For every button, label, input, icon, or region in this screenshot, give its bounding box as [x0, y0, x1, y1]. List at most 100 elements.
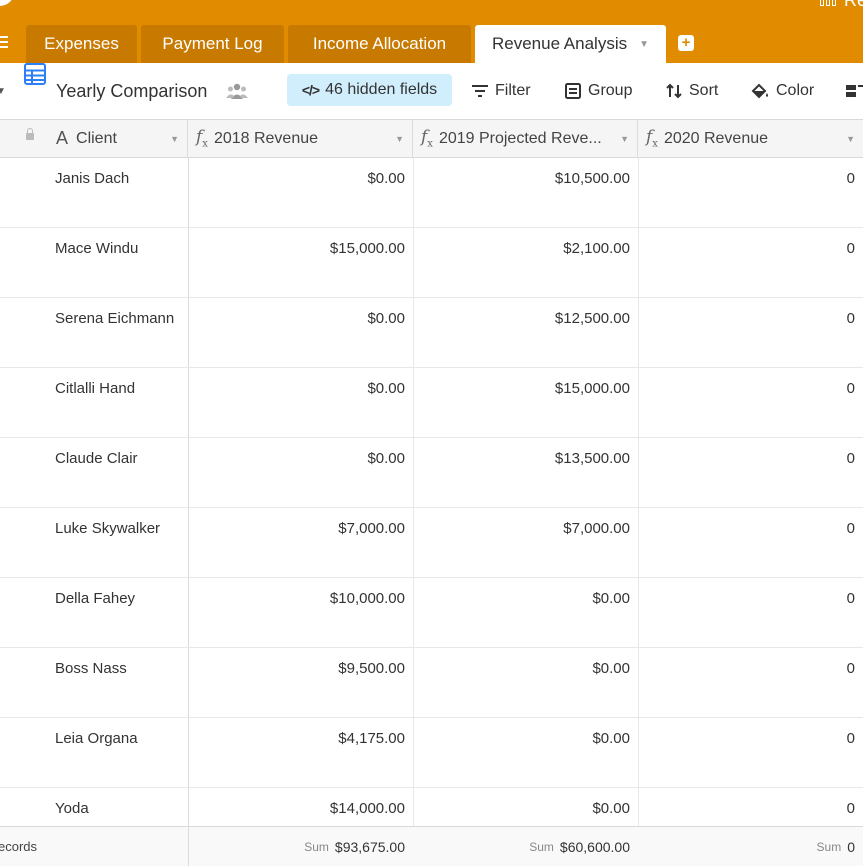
revenue-2018-cell[interactable]: $0.00 [188, 298, 413, 367]
tab-label: Revenue Analysis [491, 34, 628, 53]
sort-icon [666, 83, 682, 99]
revenue-2019-cell[interactable]: $0.00 [413, 578, 638, 647]
revenue-2019-cell[interactable]: $12,500.00 [413, 298, 638, 367]
revenue-2019-cell[interactable]: $10,500.00 [413, 158, 638, 227]
revenue-2018-cell[interactable]: $0.00 [188, 158, 413, 227]
view-name[interactable]: Yearly Comparison [56, 63, 207, 119]
revenue-2020-cell[interactable]: 0 [638, 298, 863, 367]
tab-bar: Expenses Payment Log Income Allocation R… [0, 0, 863, 63]
table-row[interactable]: Luke Skywalker $7,000.00 $7,000.00 0 [0, 508, 863, 578]
revenue-2018-cell[interactable]: $0.00 [188, 368, 413, 437]
revenue-2018-cell[interactable]: $0.00 [188, 438, 413, 507]
formula-icon: fx [196, 127, 208, 150]
revenue-2018-cell[interactable]: $15,000.00 [188, 228, 413, 297]
chevron-down-icon[interactable]: ▼ [620, 134, 629, 144]
color-button[interactable]: Color [751, 63, 814, 119]
sort-label: Sort [689, 82, 719, 99]
client-cell[interactable]: Citlalli Hand [55, 368, 188, 437]
client-cell[interactable]: Luke Skywalker [55, 508, 188, 577]
revenue-2019-cell[interactable]: $13,500.00 [413, 438, 638, 507]
tab-label: Income Allocation [312, 34, 447, 53]
chevron-down-icon[interactable]: ▼ [846, 134, 855, 144]
client-cell[interactable]: Leia Organa [55, 718, 188, 787]
revenue-2020-cell[interactable]: 0 [638, 158, 863, 227]
apps-icon[interactable] [819, 0, 836, 6]
group-button[interactable]: Group [565, 63, 632, 119]
revenue-2020-cell[interactable]: 0 [638, 718, 863, 787]
sum-label: Sum [529, 839, 554, 854]
revenue-2019-cell[interactable]: $0.00 [413, 648, 638, 717]
tab-revenue-analysis[interactable]: Revenue Analysis ▼ [475, 25, 666, 63]
summary-bar: ecords Sum $93,675.00 Sum $60,600.00 Sum… [0, 826, 863, 866]
table-row[interactable]: Boss Nass $9,500.00 $0.00 0 [0, 648, 863, 718]
column-title: Client [76, 129, 117, 147]
revenue-2020-cell[interactable]: 0 [638, 438, 863, 507]
sum-2018[interactable]: Sum $93,675.00 [188, 827, 413, 866]
revenue-2020-cell[interactable]: 0 [638, 228, 863, 297]
tab-label: Expenses [44, 34, 119, 53]
revenue-2019-cell[interactable]: $15,000.00 [413, 368, 638, 437]
client-cell[interactable]: Della Fahey [55, 578, 188, 647]
revenue-2020-cell[interactable]: 0 [638, 648, 863, 717]
column-title: 2018 Revenue [213, 129, 319, 147]
base-logo-shape [0, 0, 14, 6]
chevron-down-icon[interactable]: ▼ [395, 134, 404, 144]
revenue-2019-cell[interactable]: $7,000.00 [413, 508, 638, 577]
revenue-2020-cell[interactable]: 0 [638, 508, 863, 577]
revenue-2020-cell[interactable]: 0 [638, 578, 863, 647]
chevron-down-icon[interactable]: ▼ [0, 63, 6, 119]
column-header-2019-projected-revenue[interactable]: fx 2019 Projected Reve... ▼ [413, 120, 638, 157]
client-cell[interactable]: Claude Clair [55, 438, 188, 507]
sort-button[interactable]: Sort [666, 63, 718, 119]
tab-income-allocation[interactable]: Income Allocation [288, 25, 471, 63]
sum-label: Sum [816, 839, 842, 854]
tab-payment-log[interactable]: Payment Log [141, 25, 284, 63]
base-title-fragment: Re [843, 0, 863, 10]
table-row[interactable]: Citlalli Hand $0.00 $15,000.00 0 [0, 368, 863, 438]
table-row[interactable]: Della Fahey $10,000.00 $0.00 0 [0, 578, 863, 648]
sum-2020[interactable]: Sum 0 [638, 827, 863, 866]
column-header-client[interactable]: A Client ▼ [0, 120, 188, 157]
column-header-2020-revenue[interactable]: fx 2020 Revenue ▼ [638, 120, 863, 157]
lock-icon [26, 128, 34, 140]
tab-expenses[interactable]: Expenses [26, 25, 137, 63]
sum-2019[interactable]: Sum $60,600.00 [413, 827, 638, 866]
filter-label: Filter [495, 82, 531, 99]
color-label: Color [776, 82, 815, 99]
sum-value: 0 [847, 838, 855, 855]
revenue-2019-cell[interactable]: $2,100.00 [413, 228, 638, 297]
hidden-fields-button[interactable]: </> 46 hidden fields [287, 74, 452, 106]
paint-bucket-icon [751, 83, 768, 99]
column-header-2018-revenue[interactable]: fx 2018 Revenue ▼ [188, 120, 413, 157]
add-table-icon[interactable]: + [678, 35, 694, 51]
view-toolbar: ▼ Yearly Comparison </> 46 hidden fields [0, 63, 863, 120]
table-row[interactable]: Leia Organa $4,175.00 $0.00 0 [0, 718, 863, 788]
revenue-2019-cell[interactable]: $0.00 [413, 718, 638, 787]
table-row[interactable]: Mace Windu $15,000.00 $2,100.00 0 [0, 228, 863, 298]
table-row[interactable]: Serena Eichmann $0.00 $12,500.00 0 [0, 298, 863, 368]
client-cell[interactable]: Janis Dach [55, 158, 188, 227]
formula-icon: fx [646, 127, 658, 150]
table-row[interactable]: Claude Clair $0.00 $13,500.00 0 [0, 438, 863, 508]
column-title: 2019 Projected Reve... [438, 129, 602, 147]
table-row[interactable]: Janis Dach $0.00 $10,500.00 0 [0, 158, 863, 228]
client-cell[interactable]: Boss Nass [55, 648, 188, 717]
client-cell[interactable]: Mace Windu [55, 228, 188, 297]
grid-view-icon [24, 63, 46, 85]
chevron-down-icon[interactable]: ▼ [170, 134, 179, 144]
column-title: 2020 Revenue [663, 129, 769, 147]
revenue-2018-cell[interactable]: $4,175.00 [188, 718, 413, 787]
revenue-2018-cell[interactable]: $9,500.00 [188, 648, 413, 717]
menu-icon[interactable] [0, 36, 8, 48]
client-cell[interactable]: Serena Eichmann [55, 298, 188, 367]
sum-value: $60,600.00 [559, 838, 630, 855]
text-field-icon: A [56, 128, 69, 148]
revenue-2018-cell[interactable]: $7,000.00 [188, 508, 413, 577]
chevron-down-icon[interactable]: ▼ [639, 39, 649, 50]
filter-button[interactable]: Filter [472, 63, 531, 119]
top-right-area: Re [819, 0, 863, 11]
collaborators-icon[interactable] [226, 63, 248, 119]
revenue-2018-cell[interactable]: $10,000.00 [188, 578, 413, 647]
revenue-2020-cell[interactable]: 0 [638, 368, 863, 437]
row-height-icon[interactable] [846, 63, 863, 119]
